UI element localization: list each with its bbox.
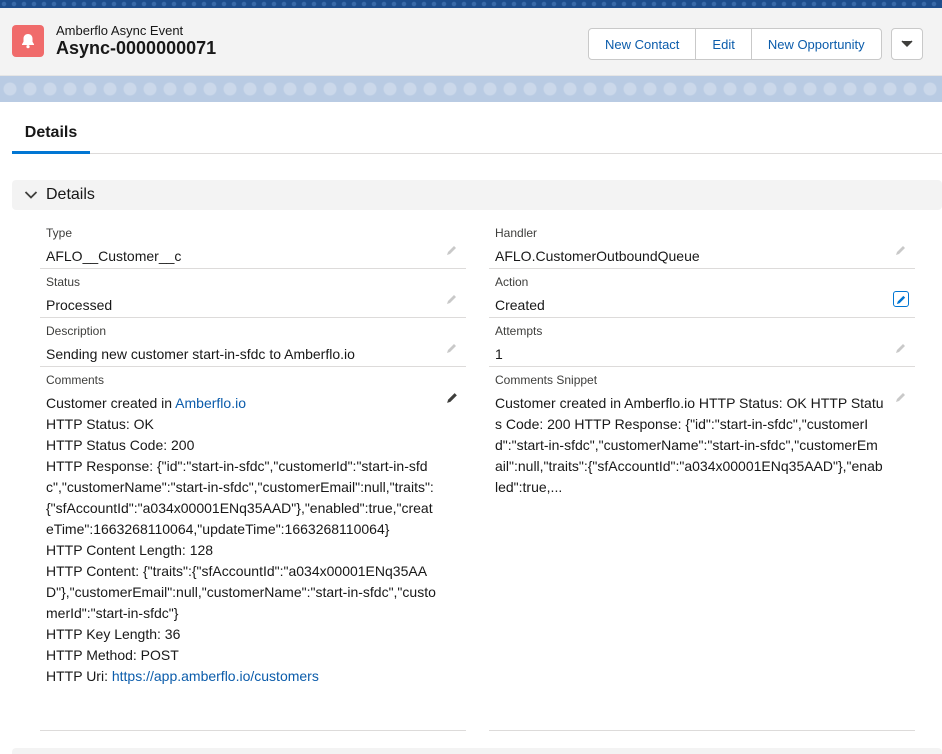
bell-icon (12, 25, 44, 57)
field-label: Attempts (495, 324, 543, 338)
section-title: Details (46, 186, 95, 203)
http-uri-link[interactable]: https://app.amberflo.io/customers (112, 668, 319, 684)
field-comments: Comments Customer created in Amberflo.io… (40, 367, 466, 731)
field-attempts: Attempts 1 (489, 318, 915, 367)
comments-line: HTTP Content Length: 128 (46, 542, 214, 558)
pencil-icon[interactable] (444, 389, 460, 405)
pencil-icon[interactable] (444, 242, 460, 258)
details-section-header[interactable]: Details (12, 180, 942, 210)
field-label: Description (46, 324, 107, 338)
field-value: AFLO.CustomerOutboundQueue (495, 248, 700, 264)
field-label: Type (46, 226, 73, 240)
comments-line: HTTP Status: OK (46, 416, 154, 432)
field-comments-snippet: Comments Snippet Customer created in Amb… (489, 367, 915, 731)
pencil-icon[interactable] (444, 340, 460, 356)
pencil-icon[interactable] (893, 389, 909, 405)
new-opportunity-button[interactable]: New Opportunity (751, 29, 881, 59)
field-value: Customer created in Amberflo.io HTTP Sta… (495, 395, 884, 495)
comments-line: Customer created in (46, 395, 176, 411)
field-label: Handler (495, 226, 538, 240)
field-value: Sending new customer start-in-sfdc to Am… (46, 346, 355, 362)
top-brand-strip (0, 0, 942, 8)
chevron-down-icon (24, 188, 38, 202)
more-actions-button[interactable] (891, 28, 923, 60)
object-type-label: Amberflo Async Event (56, 23, 184, 38)
next-section-header (12, 748, 942, 754)
amberflo-link[interactable]: Amberflo.io (175, 395, 246, 411)
field-value: Created (495, 297, 545, 313)
field-label: Action (495, 275, 529, 289)
tab-details[interactable]: Details (12, 114, 90, 154)
comments-line: HTTP Uri: (46, 668, 112, 684)
field-type: Type AFLO__Customer__c (40, 220, 466, 269)
field-action: Action Created (489, 269, 915, 318)
comments-line: HTTP Content: {"traits":{"sfAccountId":"… (46, 563, 436, 621)
new-contact-button[interactable]: New Contact (589, 29, 697, 59)
field-value: Processed (46, 297, 113, 313)
pencil-icon[interactable] (893, 291, 909, 307)
field-status: Status Processed (40, 269, 466, 318)
comments-line: HTTP Key Length: 36 (46, 626, 181, 642)
tab-bar: Details (12, 114, 942, 154)
field-handler: Handler AFLO.CustomerOutboundQueue (489, 220, 915, 269)
field-label: Status (46, 275, 81, 289)
record-detail-card: Details Details Type AFLO__Customer__c S… (0, 102, 942, 754)
comments-line: HTTP Status Code: 200 (46, 437, 195, 453)
action-button-group: New Contact Edit New Opportunity (588, 28, 882, 60)
field-label: Comments (46, 373, 105, 387)
comments-text: Customer created in Amberflo.io HTTP Sta… (46, 393, 438, 687)
comments-line: HTTP Response: {"id":"start-in-sfdc","cu… (46, 458, 434, 537)
field-value: AFLO__Customer__c (46, 248, 182, 264)
record-header: Amberflo Async Event Async-0000000071 Ne… (0, 8, 942, 76)
edit-button[interactable]: Edit (696, 29, 752, 59)
pencil-icon[interactable] (444, 291, 460, 307)
chevron-down-icon (901, 35, 913, 53)
field-description: Description Sending new customer start-i… (40, 318, 466, 367)
pencil-icon[interactable] (893, 340, 909, 356)
pencil-icon[interactable] (893, 242, 909, 258)
field-label: Comments Snippet (495, 373, 598, 387)
record-title: Async-0000000071 (56, 38, 217, 58)
decorative-band (0, 76, 942, 102)
field-value: 1 (495, 346, 503, 362)
comments-line: HTTP Method: POST (46, 647, 179, 663)
